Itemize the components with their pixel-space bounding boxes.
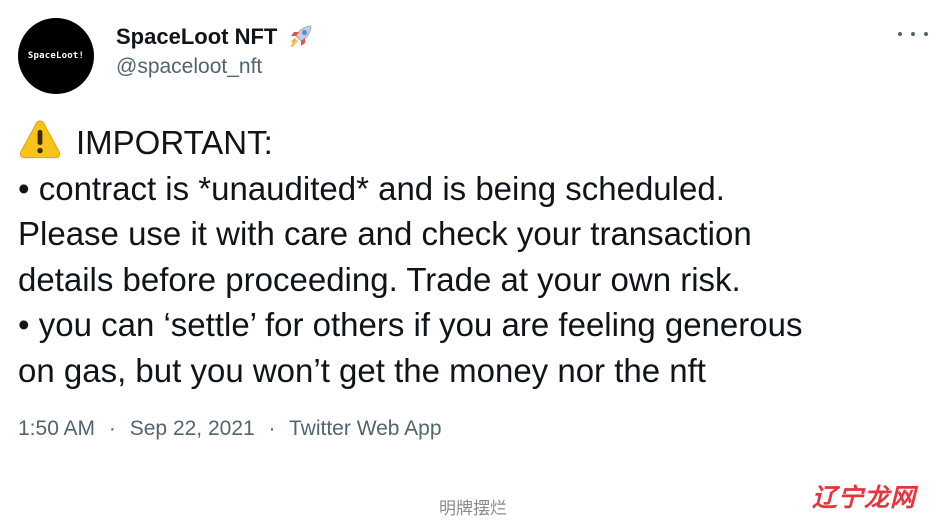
more-options-button[interactable]: [898, 24, 928, 44]
watermark-logo: 辽宁龙网: [812, 484, 917, 512]
tweet-card: SpaceLoot! SpaceLoot NFT @spaceloot_nft: [0, 0, 946, 524]
tweet-line-5: • you can ‘settle’ for others if you are…: [18, 306, 803, 343]
tweet-source[interactable]: Twitter Web App: [289, 417, 442, 440]
tweet-line-4: details before proceeding. Trade at your…: [18, 260, 741, 298]
rocket-icon: [285, 22, 315, 52]
avatar-logo-text: SpaceLoot!: [27, 51, 85, 61]
tweet-text: IMPORTANT: • contract is *unaudited* and…: [18, 118, 933, 393]
display-name[interactable]: SpaceLoot NFT: [116, 24, 277, 50]
tweet-line-1: IMPORTANT:: [18, 118, 933, 166]
separator: ·: [108, 417, 116, 440]
watermark-caption: 明牌摆烂: [439, 499, 507, 518]
separator: ·: [268, 417, 276, 440]
tweet-line-3: Please use it with care and check your t…: [18, 215, 752, 252]
tweet-metadata: 1:50 AM · Sep 22, 2021 · Twitter Web App: [18, 417, 442, 441]
warning-icon: [18, 118, 62, 160]
avatar[interactable]: SpaceLoot!: [18, 18, 94, 94]
tweet-time[interactable]: 1:50 AM: [18, 417, 95, 440]
tweet-date[interactable]: Sep 22, 2021: [130, 417, 255, 440]
user-handle[interactable]: @spaceloot_nft: [116, 55, 262, 79]
tweet-line-6: on gas, but you won’t get the money nor …: [18, 351, 706, 389]
tweet-line-2: • contract is *unaudited* and is being s…: [18, 169, 725, 207]
display-name-row: SpaceLoot NFT: [116, 20, 315, 54]
more-horizontal-icon: [898, 32, 902, 36]
